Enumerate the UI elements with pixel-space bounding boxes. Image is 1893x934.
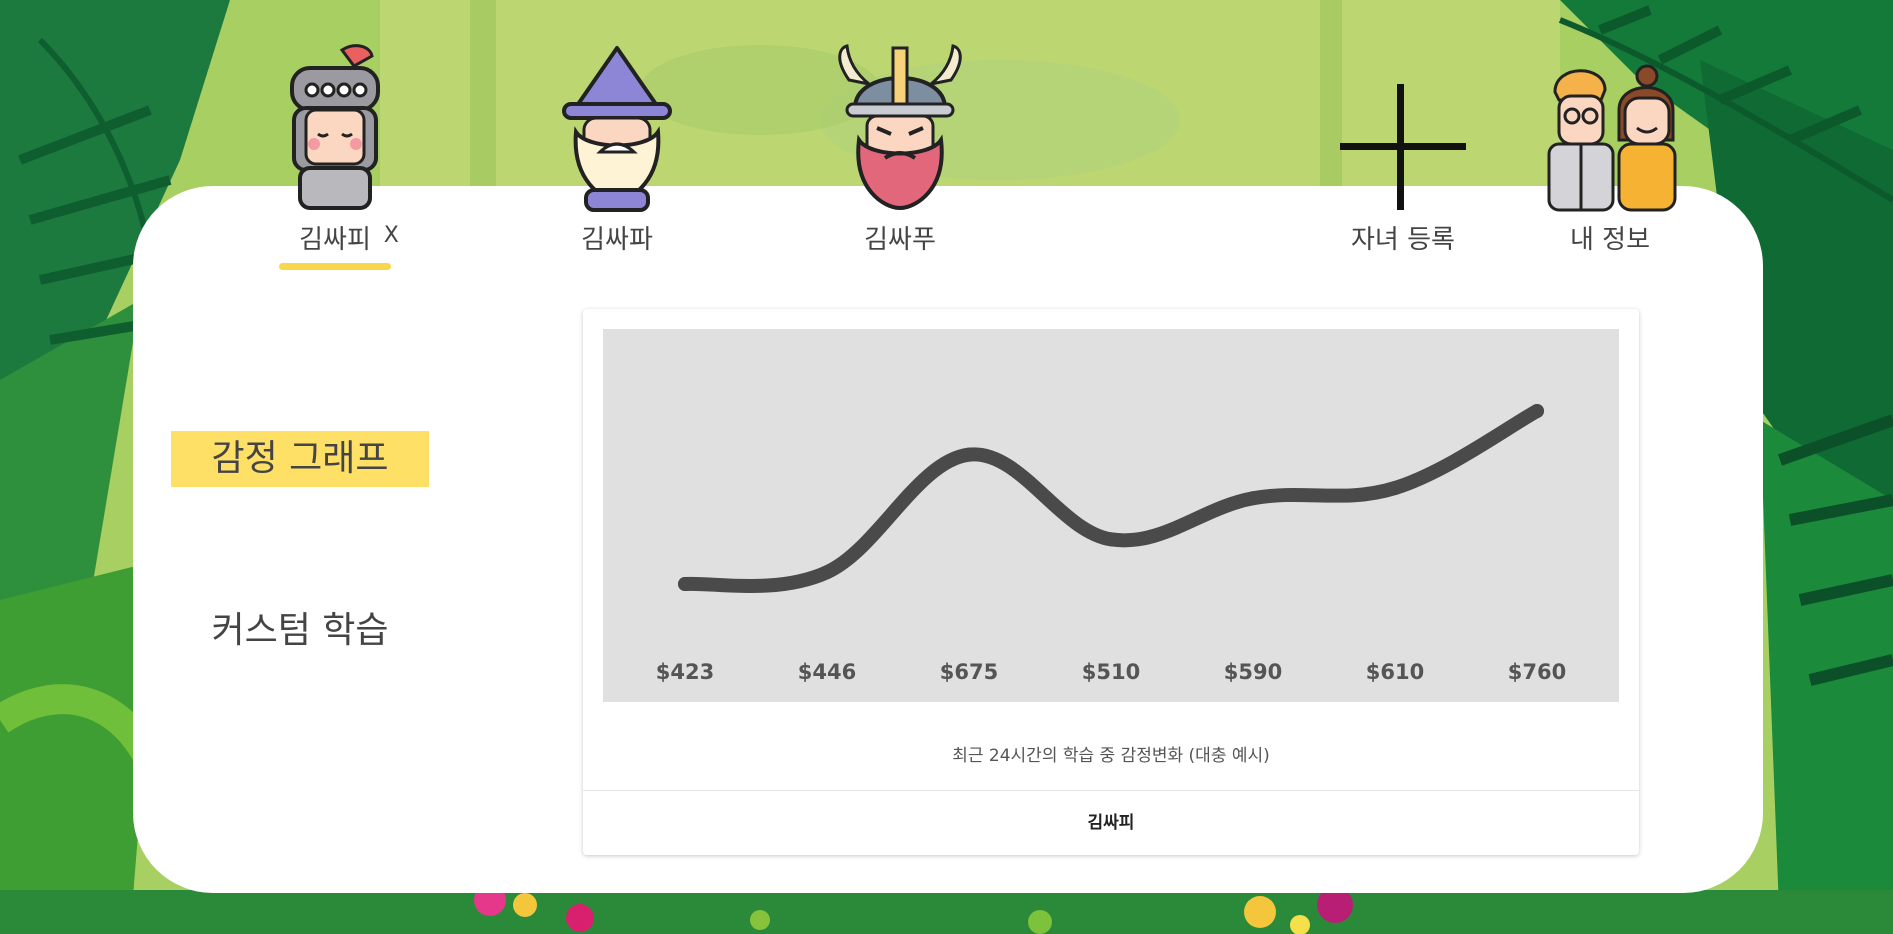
x-tick-label: $610 xyxy=(1366,660,1424,684)
x-tick-label: $590 xyxy=(1224,660,1282,684)
x-tick-label: $446 xyxy=(798,660,856,684)
data-point-1 xyxy=(678,577,692,591)
menu-item-emotion-graph[interactable]: 감정 그래프 xyxy=(171,431,429,487)
selected-indicator xyxy=(279,263,391,270)
add-child-label: 자녀 등록 xyxy=(1351,225,1455,255)
x-tick-label: $423 xyxy=(656,660,714,684)
add-child-button[interactable]: 자녀 등록 xyxy=(1318,40,1488,257)
data-point-4 xyxy=(1104,532,1118,547)
x-tick-label: $675 xyxy=(940,660,998,684)
my-info-label: 내 정보 xyxy=(1569,225,1651,255)
chart-footer-child-name[interactable]: 김싸피 xyxy=(583,791,1639,855)
emotion-series-line xyxy=(678,404,1544,594)
data-point-5 xyxy=(1246,491,1260,506)
main-card: 감정 그래프 커스텀 학습 $423 $446 $675 $510 $590 $610 $7… xyxy=(133,186,1763,893)
my-info-button[interactable]: 내 정보 xyxy=(1525,40,1695,257)
emotion-chart-panel: $423 $446 $675 $510 $590 $610 $760 최근 24시간의 학습… xyxy=(583,309,1639,855)
emotion-line-chart: $423 $446 $675 $510 $590 $610 $760 xyxy=(656,404,1566,684)
child-name[interactable]: 김싸피 X xyxy=(299,223,399,257)
data-point-6 xyxy=(1388,481,1402,496)
plus-icon xyxy=(1340,84,1466,210)
child-name[interactable]: 김싸푸 xyxy=(864,223,936,257)
data-point-3 xyxy=(962,447,976,462)
child-profile-3[interactable]: 김싸푸 xyxy=(815,40,985,257)
child-profile-1[interactable]: 김싸피 X xyxy=(250,40,420,270)
menu-item-custom-learning[interactable]: 커스텀 학습 xyxy=(171,603,429,659)
parents-icon xyxy=(1547,64,1677,212)
side-menu: 감정 그래프 커스텀 학습 xyxy=(171,431,429,659)
child-name-text: 김싸피 xyxy=(299,225,371,255)
x-tick-label: $760 xyxy=(1508,660,1566,684)
x-tick-label: $510 xyxy=(1082,660,1140,684)
child-name[interactable]: 김싸파 xyxy=(581,223,653,257)
viking-icon xyxy=(838,44,962,211)
close-icon[interactable]: X xyxy=(384,219,399,253)
data-point-2 xyxy=(820,565,834,580)
chart-caption: 최근 24시간의 학습 중 감정변화 (대충 예시) xyxy=(952,746,1270,766)
data-point-7 xyxy=(1530,404,1544,418)
wizard-icon xyxy=(562,46,672,212)
child-profile-2[interactable]: 김싸파 xyxy=(532,40,702,257)
knight-icon xyxy=(290,44,380,210)
chart-plot-area: $423 $446 $675 $510 $590 $610 $760 xyxy=(603,329,1619,702)
